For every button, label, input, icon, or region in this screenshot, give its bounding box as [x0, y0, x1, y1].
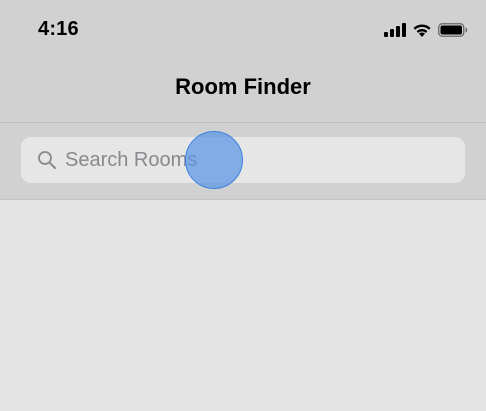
search-box[interactable] — [21, 137, 465, 183]
cellular-signal-icon — [384, 23, 406, 37]
touch-indicator — [185, 131, 243, 189]
status-icons — [384, 20, 468, 40]
status-bar: 4:16 — [0, 0, 486, 60]
battery-icon — [438, 23, 468, 37]
search-bar-container — [0, 123, 486, 200]
wifi-icon — [413, 23, 431, 37]
search-icon — [38, 151, 56, 169]
page-title: Room Finder — [175, 74, 311, 99]
status-time: 4:16 — [38, 18, 79, 40]
navigation-bar: Room Finder — [0, 60, 486, 123]
search-input[interactable] — [65, 137, 455, 183]
results-list-area — [0, 200, 486, 411]
